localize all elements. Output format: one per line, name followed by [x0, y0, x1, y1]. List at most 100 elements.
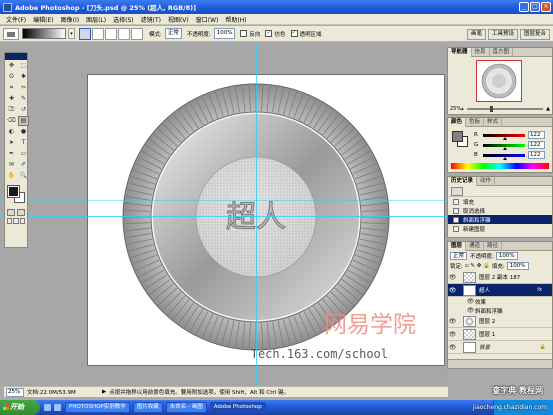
gradient-icon[interactable]: ▤: [18, 116, 29, 126]
navigator-zoom[interactable]: 25%: [450, 106, 461, 112]
green-slider[interactable]: [483, 143, 525, 150]
menu-file[interactable]: 文件(F): [6, 15, 26, 24]
type-icon[interactable]: T: [18, 138, 29, 148]
visibility-eye-icon[interactable]: 👁: [448, 274, 457, 281]
layer-row[interactable]: 👁 T 超人 fx: [448, 284, 552, 297]
quick-launch-ie-icon[interactable]: [44, 404, 51, 411]
quick-mask-icon[interactable]: [17, 209, 25, 216]
blue-slider[interactable]: [483, 153, 525, 160]
slice-icon[interactable]: ✂: [18, 83, 29, 93]
maximize-button[interactable]: □: [530, 2, 540, 12]
blend-mode-select[interactable]: 正常: [450, 252, 468, 260]
document-canvas[interactable]: 超人 网易学院 Tech.163.com/school: [87, 74, 445, 366]
taskbar-task-button[interactable]: 图片收藏: [132, 402, 163, 413]
toolbox-header[interactable]: [5, 53, 27, 60]
navigator-thumbnail[interactable]: [476, 60, 522, 102]
well-tab-layer-comps[interactable]: 图层复合: [519, 28, 550, 40]
taskbar-task-button[interactable]: 未命名 - 画图: [165, 402, 207, 413]
menu-select[interactable]: 选择(S): [113, 15, 134, 24]
screen-mode-2-icon[interactable]: [13, 218, 19, 224]
layer-fx-icon[interactable]: fx: [537, 287, 542, 293]
tab-layers[interactable]: 图层: [448, 242, 467, 251]
history-item[interactable]: 新建图层: [448, 224, 552, 233]
healing-icon[interactable]: ✚: [6, 94, 17, 104]
eraser-icon[interactable]: ⌫: [6, 116, 17, 126]
gradient-picker[interactable]: [22, 28, 66, 39]
layer-row[interactable]: 👁 背景 🔒: [448, 341, 552, 354]
pen-icon[interactable]: ✒: [6, 149, 17, 159]
blue-value[interactable]: 122: [528, 151, 545, 159]
tab-paths[interactable]: 路径: [484, 242, 503, 251]
menu-filter[interactable]: 滤镜(T): [141, 15, 161, 24]
taskbar-task-button[interactable]: PHOTOSHOP实例教学: [65, 402, 130, 413]
history-item[interactable]: 填充: [448, 197, 552, 206]
reverse-checkbox[interactable]: [240, 30, 248, 37]
layer-row[interactable]: 👁 图层 1: [448, 328, 552, 341]
tab-info[interactable]: 信息: [472, 48, 490, 57]
visibility-eye-icon[interactable]: 👁: [448, 318, 457, 325]
visibility-eye-icon[interactable]: 👁: [466, 307, 475, 314]
screen-mode-3-icon[interactable]: [19, 218, 25, 224]
menu-image[interactable]: 图像(I): [61, 15, 79, 24]
linear-gradient-button[interactable]: [79, 27, 91, 40]
green-value[interactable]: 122: [528, 141, 545, 149]
menu-view[interactable]: 视图(V): [168, 15, 189, 24]
menu-window[interactable]: 窗口(W): [196, 15, 219, 24]
taskbar-task-button[interactable]: Adobe Photoshop: [209, 402, 266, 413]
hand-icon[interactable]: ✋: [6, 171, 17, 181]
zoom-icon[interactable]: 🔍: [18, 171, 29, 181]
visibility-eye-icon[interactable]: 👁: [448, 287, 457, 294]
start-button[interactable]: 开始: [0, 400, 40, 415]
layer-effect-row[interactable]: 👁 效果: [448, 297, 552, 306]
layer-row[interactable]: 👁 图层 2 副本 187: [448, 271, 552, 284]
well-tab-tool-presets[interactable]: 工具预设: [487, 28, 518, 40]
layer-opacity-input[interactable]: 100%: [495, 252, 518, 260]
dither-checkbox[interactable]: [265, 29, 273, 37]
history-item[interactable]: 取消选择: [448, 206, 552, 215]
dodge-icon[interactable]: ●: [18, 127, 29, 137]
mode-select[interactable]: 正常: [164, 28, 182, 39]
blur-icon[interactable]: ◐: [6, 127, 17, 137]
zoom-field[interactable]: 25%: [6, 387, 24, 397]
eyedropper-icon[interactable]: ✐: [18, 160, 29, 170]
tab-history[interactable]: 历史记录: [448, 177, 478, 186]
tab-swatches[interactable]: 色板: [466, 118, 485, 127]
color-spectrum[interactable]: [451, 163, 549, 169]
magic-wand-icon[interactable]: ✱: [18, 72, 29, 82]
menu-help[interactable]: 帮助(H): [225, 15, 246, 24]
history-snapshot[interactable]: [448, 186, 552, 197]
visibility-eye-icon[interactable]: 👁: [448, 344, 457, 351]
navigator-zoom-slider[interactable]: [466, 106, 544, 112]
diamond-gradient-button[interactable]: [131, 27, 143, 40]
layer-effect-row[interactable]: 👁 斜面和浮雕: [448, 306, 552, 315]
marquee-icon[interactable]: ⬚: [18, 61, 29, 71]
red-slider[interactable]: [483, 133, 525, 140]
close-button[interactable]: ×: [541, 2, 551, 12]
well-tab-brushes[interactable]: 画笔: [466, 28, 486, 40]
standard-mode-icon[interactable]: [7, 209, 15, 216]
reflected-gradient-button[interactable]: [118, 27, 130, 40]
tab-color[interactable]: 颜色: [448, 118, 467, 127]
tab-actions[interactable]: 动作: [477, 177, 496, 186]
visibility-eye-icon[interactable]: 👁: [466, 298, 475, 305]
radial-gradient-button[interactable]: [92, 27, 104, 40]
tab-navigator[interactable]: 导航器: [448, 48, 472, 57]
screen-mode-1-icon[interactable]: [7, 218, 13, 224]
path-select-icon[interactable]: ➤: [6, 138, 17, 148]
crop-icon[interactable]: ⌗: [6, 83, 17, 93]
stamp-icon[interactable]: ⎄: [6, 105, 17, 115]
quick-launch-desktop-icon[interactable]: [54, 404, 61, 411]
zoom-in-icon[interactable]: ▲: [546, 106, 550, 112]
tool-preset-picker[interactable]: [3, 27, 19, 40]
visibility-eye-icon[interactable]: 👁: [448, 331, 457, 338]
lasso-icon[interactable]: ʘ: [6, 72, 17, 82]
opacity-input[interactable]: 100%: [213, 28, 236, 39]
tab-styles[interactable]: 样式: [484, 118, 503, 127]
transparency-checkbox[interactable]: [290, 29, 298, 37]
notes-icon[interactable]: ✉: [6, 160, 17, 170]
tab-channels[interactable]: 通道: [466, 242, 485, 251]
foreground-color-swatch[interactable]: [7, 185, 20, 198]
layer-row[interactable]: 👁 图层 2: [448, 315, 552, 328]
tab-histogram[interactable]: 直方图: [490, 48, 514, 57]
gradient-dropdown-icon[interactable]: ▾: [68, 28, 75, 39]
